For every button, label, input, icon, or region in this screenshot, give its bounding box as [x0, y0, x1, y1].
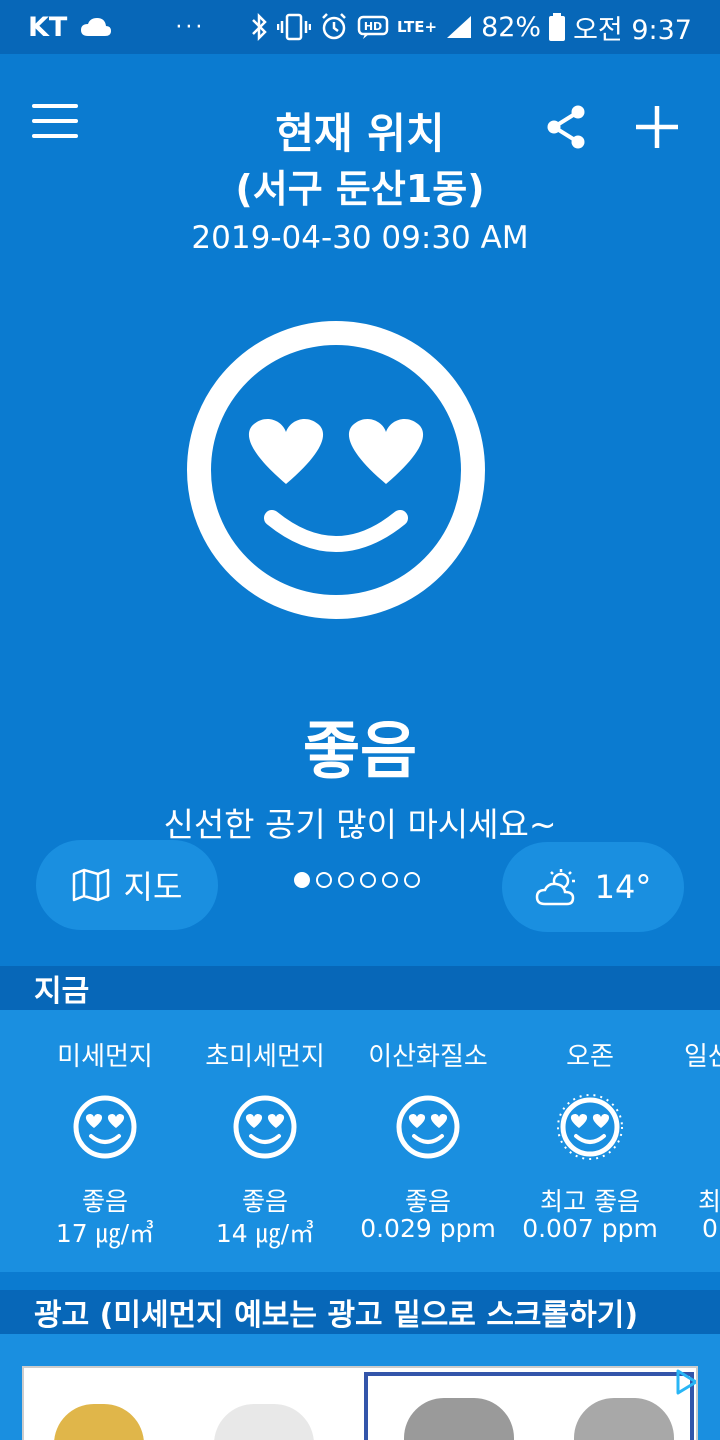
location-pager[interactable]	[294, 872, 420, 888]
adchoices-icon[interactable]	[674, 1368, 696, 1396]
air-quality-face-icon	[186, 320, 486, 620]
good-face-icon	[233, 1095, 297, 1159]
add-location-button[interactable]	[632, 102, 682, 152]
status-bar: KT ··· HD LTE+ 82% 오전 9:37	[0, 0, 720, 54]
measurement-timestamp: 2019-04-30 09:30 AM	[191, 220, 529, 256]
plus-icon	[636, 106, 678, 148]
weather-button[interactable]: 14°	[502, 842, 684, 932]
now-section-title: 지금	[0, 966, 720, 1010]
ad-area[interactable]	[0, 1334, 720, 1440]
pollutant-value: 17 ㎍/㎥	[55, 1219, 155, 1248]
pollutant-value: 0.029 ppm	[360, 1214, 496, 1243]
clock: 오전 9:37	[573, 14, 692, 46]
pollutant-grade: 좋음	[404, 1187, 451, 1216]
map-button-label: 지도	[123, 868, 183, 906]
pollutant-grade: 최	[698, 1187, 720, 1216]
signal-icon	[445, 14, 473, 40]
battery-icon	[549, 13, 566, 41]
pollutant-grade: 좋음	[241, 1187, 288, 1216]
svg-text:HD: HD	[364, 20, 382, 33]
pollutant-value: 0.	[702, 1214, 720, 1243]
pollutant-value: 14 ㎍/㎥	[215, 1219, 315, 1248]
more-notifications-icon: ···	[175, 14, 206, 40]
pollutant-list[interactable]: 미세먼지 좋음 17 ㎍/㎥ 초미세먼지 좋음 14 ㎍/㎥ 이산화질소 좋음 …	[0, 1010, 720, 1272]
pollutant-name: 미세먼지	[57, 1042, 153, 1072]
good-face-icon	[396, 1095, 460, 1159]
best-face-icon	[557, 1094, 623, 1160]
pager-dot[interactable]	[294, 872, 310, 888]
ad-banner[interactable]	[22, 1366, 698, 1440]
ad-product-image[interactable]	[214, 1404, 314, 1440]
pager-dot[interactable]	[404, 872, 420, 888]
partly-cloudy-icon	[535, 869, 575, 906]
battery-percent: 82%	[481, 11, 542, 43]
share-icon	[547, 105, 585, 149]
alarm-icon	[319, 12, 349, 42]
pager-dot[interactable]	[360, 872, 376, 888]
pollutant-name: 초미세먼지	[205, 1042, 325, 1072]
pollutant-grade: 최고 좋음	[540, 1187, 640, 1216]
location-header: 현재 위치 (서구 둔산1동) 2019-04-30 09:30 AM	[0, 54, 720, 264]
pager-dot[interactable]	[338, 872, 354, 888]
share-button[interactable]	[544, 104, 590, 150]
carrier-label: KT	[28, 11, 68, 43]
pager-dot[interactable]	[382, 872, 398, 888]
network-type-label: LTE+	[396, 18, 438, 36]
pollutant-grade: 좋음	[81, 1187, 128, 1216]
pager-dot[interactable]	[316, 872, 332, 888]
pollutant-name: 오존	[566, 1042, 614, 1072]
good-face-icon	[73, 1095, 137, 1159]
bluetooth-icon	[249, 12, 269, 42]
ad-section-title: 광고 (미세먼지 예보는 광고 밑으로 스크롤하기)	[0, 1290, 720, 1334]
page-title: 현재 위치	[275, 109, 445, 158]
map-icon	[72, 868, 109, 902]
location-subtitle: (서구 둔산1동)	[235, 167, 485, 211]
air-quality-message: 신선한 공기 많이 마시세요~	[163, 805, 557, 844]
cloud-icon	[79, 16, 113, 38]
pollutant-name: 이산화질소	[368, 1042, 488, 1072]
vibrate-icon	[276, 12, 311, 42]
map-button[interactable]: 지도	[36, 840, 218, 930]
hd-voice-icon: HD	[357, 14, 389, 40]
air-quality-status: 좋음	[302, 714, 418, 787]
ad-product-image[interactable]	[54, 1404, 144, 1440]
pollutant-value: 0.007 ppm	[522, 1214, 658, 1243]
pollutant-name: 일산	[684, 1042, 720, 1072]
temperature-label: 14°	[594, 868, 652, 906]
